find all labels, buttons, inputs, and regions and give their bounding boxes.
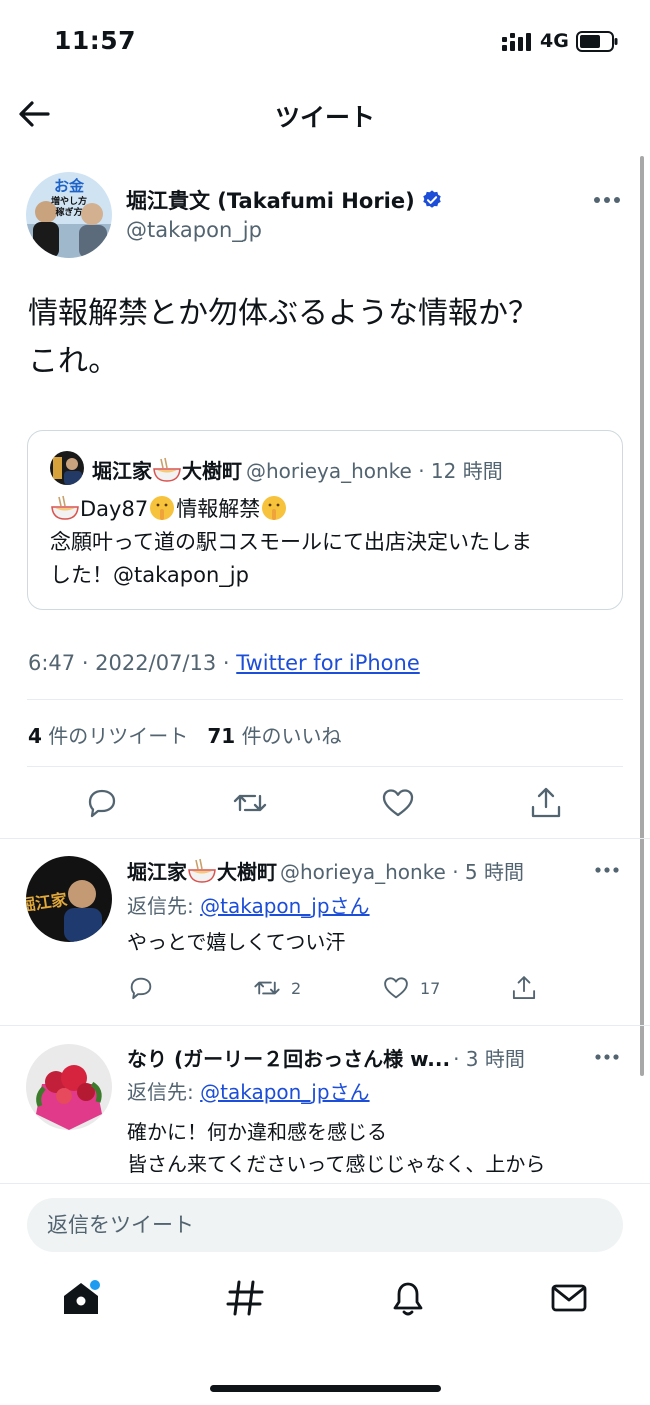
retweet-icon (254, 981, 280, 995)
tweet-meta: 6:47 · 2022/07/13 · Twitter for iPhone (28, 651, 420, 675)
like-icon[interactable] (380, 785, 416, 821)
reply-to-label: 返信先: (127, 1080, 201, 1104)
quote-author-name-prefix: 堀江家 (92, 459, 152, 483)
avatar-title-text: お金 (54, 177, 85, 195)
retweet-icon[interactable] (232, 785, 268, 821)
signal-icon (502, 33, 531, 51)
quote-text: Day87 情報解禁 念願叶って道の駅コスモールにて出店決定いたしま した！@ta… (50, 493, 610, 592)
mail-icon[interactable] (545, 1274, 593, 1322)
retweet-label: 件のリツイート (48, 724, 189, 748)
quote-text-line: 念願叶って道の駅コスモールにて出店決定いたしま (50, 530, 532, 554)
verified-icon (423, 190, 441, 208)
reply-retweet-button[interactable]: 2 (253, 973, 301, 1003)
home-indicator[interactable] (210, 1385, 441, 1392)
retweet-stat[interactable]: 4 件のリツイート (28, 724, 188, 748)
quote-day: Day87 (80, 497, 149, 521)
reply-text-line: 確かに！何か違和感を感じる (127, 1120, 387, 1144)
quote-info-label: 情報解禁 (176, 497, 261, 521)
reply-item[interactable]: なり (ガーリー２回おっさん様 w... · 3 時間 返信先: @takapon… (0, 1025, 650, 1183)
like-count: 71 (207, 724, 236, 748)
divider (27, 699, 623, 700)
quote-author-name: 堀江家 大樹町 (92, 457, 242, 483)
battery-icon (576, 31, 618, 52)
reply-compose-input[interactable]: 返信をツイート (27, 1198, 623, 1252)
bottom-panel: 返信をツイート (0, 1183, 650, 1405)
notification-dot (90, 1280, 100, 1290)
quote-avatar (50, 451, 84, 485)
reply-text-line: 皆さん来てくださいって感じじゃなく、上から (127, 1152, 546, 1176)
reply-handle-time: · 3 時間 (453, 1047, 525, 1071)
divider (27, 766, 623, 767)
reply-like-count: 17 (420, 978, 441, 998)
status-time: 11:57 (54, 26, 137, 55)
network-type: 4G (540, 30, 569, 52)
author-name-row[interactable]: 堀江貴文 (Takafumi Horie) (126, 185, 443, 215)
quote-handle-time: @horieya_honke · 12 時間 (246, 459, 503, 483)
quote-header: 堀江家 大樹町 @horieya_honke · 12 時間 (92, 455, 503, 484)
reply-text: 確かに！何か違和感を感じる 皆さん来てくださいって感じじゃなく、上から (127, 1116, 545, 1180)
reply-author-name-prefix: 堀江家 (127, 860, 187, 884)
author-name[interactable]: 堀江貴文 (Takafumi Horie) (126, 189, 415, 213)
reply-handle-time: @horieya_honke · 5 時間 (280, 860, 525, 884)
reply-text: やっとで嬉しくてつい汗 (127, 930, 346, 954)
more-icon[interactable] (592, 190, 622, 210)
reply-like-button[interactable]: 17 (382, 973, 440, 1003)
more-icon[interactable] (594, 1049, 620, 1065)
reply-item[interactable]: 堀江家 堀江家 大樹町 @horieya_honke · 5 時間 返信先: @ta… (0, 838, 650, 1025)
reply-to-link[interactable]: @takapon_jpさん (200, 894, 369, 918)
ramen-icon (188, 858, 216, 883)
tweet-author: お金 増やし方 稼ぎ方 堀江貴文 (Takafumi Horie) @takap… (26, 172, 626, 262)
reply-avatar[interactable]: 堀江家 (26, 856, 112, 942)
avatar-subtitle-text: 増やし方 (51, 195, 87, 207)
share-icon[interactable] (528, 785, 564, 821)
ramen-icon (51, 495, 79, 520)
reply-icon (130, 977, 152, 1000)
quote-text-line: Day87 情報解禁 (50, 493, 610, 526)
tweet-actions (0, 780, 650, 826)
reply-reply-button[interactable] (127, 973, 155, 1003)
reply-retweet-count: 2 (291, 978, 302, 998)
tweet-text-line: 情報解禁とか勿体ぶるような情報か？ (28, 296, 538, 331)
tweet-timestamp: 6:47 · 2022/07/13 · (28, 651, 237, 675)
quote-author-name-suffix: 大樹町 (182, 459, 242, 483)
reply-avatar[interactable] (26, 1044, 112, 1130)
reply-icon[interactable] (84, 785, 120, 821)
reply-to-label: 返信先: (127, 894, 201, 918)
reply-actions: 2 17 (127, 973, 547, 1003)
shushing-face-icon (150, 496, 175, 520)
reply-author-name-suffix: 大樹町 (217, 860, 277, 884)
share-icon (512, 976, 536, 1000)
quoted-tweet[interactable]: 堀江家 大樹町 @horieya_honke · 12 時間 Day87 情報解禁 念… (27, 430, 623, 610)
reply-share-button[interactable] (510, 973, 538, 1003)
page-title: ツイート (274, 103, 375, 132)
quote-text-line: した！@takapon_jp (50, 563, 249, 587)
reply-author-name[interactable]: 堀江家 大樹町 (127, 858, 277, 884)
reply-header: 堀江家 大樹町 @horieya_honke · 5 時間 (127, 856, 524, 885)
nav-bar: ツイート (0, 84, 650, 148)
ramen-icon (153, 457, 181, 482)
tweet-source-link[interactable]: Twitter for iPhone (236, 651, 420, 675)
reply-author-name[interactable]: なり (ガーリー２回おっさん様 w... (127, 1047, 450, 1071)
like-label: 件のいいね (241, 724, 342, 748)
bell-icon[interactable] (384, 1274, 432, 1322)
like-stat[interactable]: 71 件のいいね (207, 724, 341, 748)
shushing-face-icon (262, 496, 287, 520)
tweet-text: 情報解禁とか勿体ぶるような情報か？ これ。 (28, 290, 618, 386)
reply-to: 返信先: @takapon_jpさん (127, 1076, 370, 1105)
reply-header: なり (ガーリー２回おっさん様 w... · 3 時間 (127, 1043, 525, 1072)
retweet-count: 4 (28, 724, 42, 748)
avatar-subtitle-text-2: 稼ぎ方 (55, 206, 82, 218)
like-icon (384, 977, 408, 999)
author-avatar[interactable]: お金 増やし方 稼ぎ方 (26, 172, 112, 258)
more-icon[interactable] (594, 862, 620, 878)
tweet-text-line: これ。 (28, 344, 119, 379)
tab-bar (0, 1274, 650, 1344)
reply-to-link[interactable]: @takapon_jpさん (200, 1080, 369, 1104)
tweet-stats: 4 件のリツイート 71 件のいいね (28, 720, 342, 749)
reply-to: 返信先: @takapon_jpさん (127, 890, 370, 919)
hashtag-icon[interactable] (221, 1274, 269, 1322)
status-bar: 11:57 4G (0, 0, 650, 84)
author-handle[interactable]: @takapon_jp (126, 218, 262, 242)
